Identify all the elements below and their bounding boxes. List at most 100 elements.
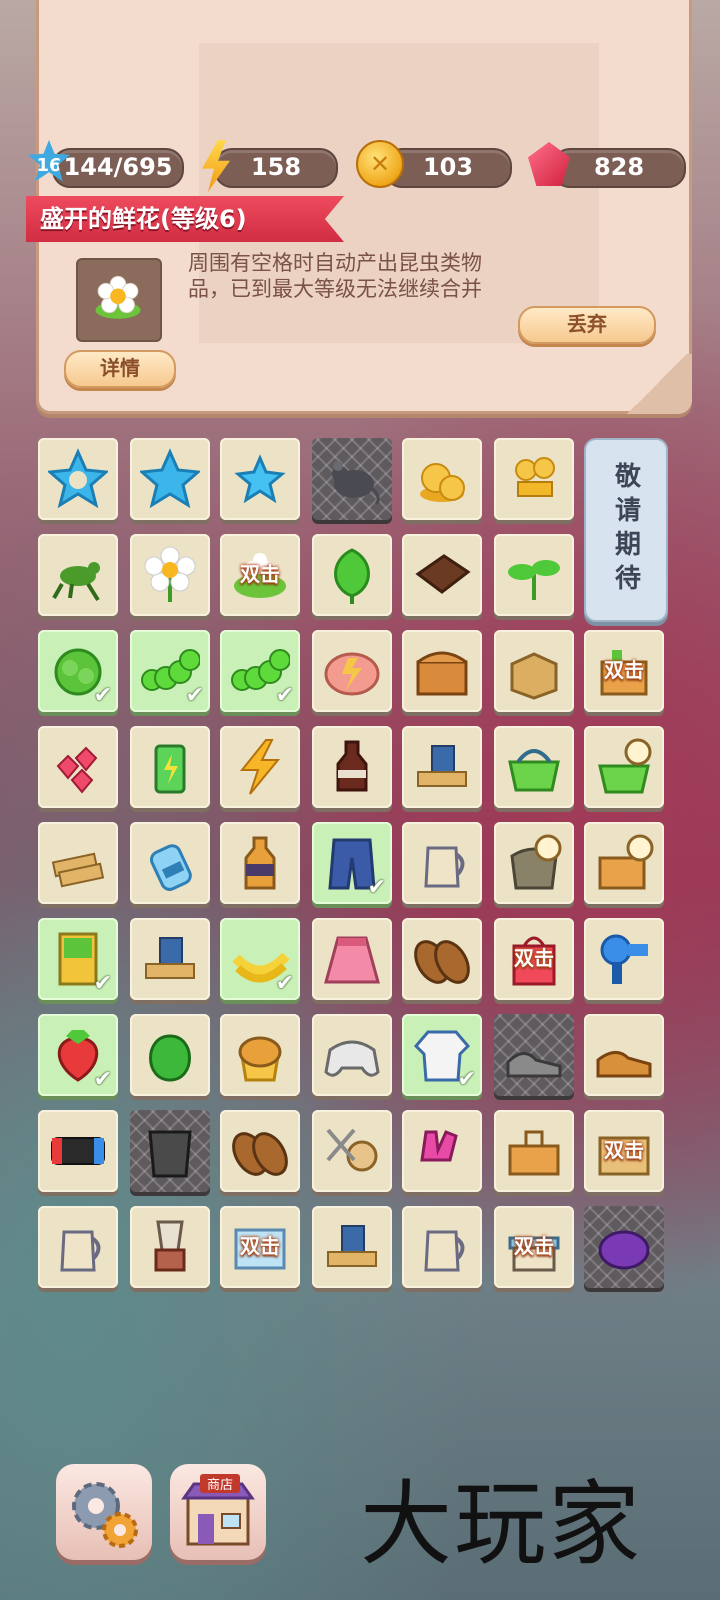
board-tile[interactable] [584, 726, 664, 808]
board-tile[interactable] [584, 1014, 664, 1096]
board-tile[interactable]: 双击 [494, 1206, 574, 1288]
checkmark-icon: ✔ [93, 971, 112, 996]
board-tile[interactable] [38, 534, 118, 616]
board-tile[interactable] [130, 726, 210, 808]
board-tile[interactable] [130, 1206, 210, 1288]
board-tile[interactable] [220, 726, 300, 808]
stationery-icon [417, 745, 467, 787]
sandals-icon [414, 940, 470, 984]
board-tile[interactable] [402, 918, 482, 1000]
board-tile[interactable] [402, 726, 482, 808]
double-tap-label: 双击 [514, 1234, 554, 1258]
board-tile[interactable]: 双击 [220, 534, 300, 616]
board-tile[interactable] [38, 1206, 118, 1288]
board-tile[interactable] [312, 438, 392, 520]
checkmark-icon: ✔ [367, 875, 386, 900]
checkmark-icon: ✔ [93, 683, 112, 708]
board-tile[interactable]: ✔ [220, 918, 300, 1000]
board-tile[interactable] [312, 1014, 392, 1096]
board-tile[interactable] [38, 822, 118, 904]
board-tile[interactable] [402, 822, 482, 904]
energy-counter: 158 [214, 148, 338, 188]
sandals-icon [232, 1132, 288, 1176]
board-tile[interactable]: ✔ [38, 630, 118, 712]
page-curl [622, 354, 692, 414]
board-tile[interactable] [494, 822, 574, 904]
sewing-kit-icon [326, 1128, 378, 1172]
details-button[interactable]: 详情 [64, 350, 176, 388]
supply-box-timer-icon [598, 834, 654, 890]
board-tile[interactable] [402, 1206, 482, 1288]
board-tile[interactable] [130, 534, 210, 616]
board-tile[interactable] [494, 630, 574, 712]
coins-stat[interactable]: 103 ✕ [356, 140, 512, 188]
board-tile[interactable] [220, 1014, 300, 1096]
board-tile[interactable]: ✔ [220, 630, 300, 712]
grasshopper-icon [52, 562, 100, 602]
kettle-icon [424, 846, 465, 888]
board-tile[interactable] [130, 1014, 210, 1096]
coming-soon-tile[interactable]: 敬请期待 [584, 438, 668, 622]
board-tile[interactable]: ✔ [312, 822, 392, 904]
board-tile[interactable] [584, 822, 664, 904]
board-tile[interactable] [494, 726, 574, 808]
board-tile[interactable] [312, 918, 392, 1000]
board-tile[interactable] [584, 918, 664, 1000]
checkmark-icon: ✔ [457, 1067, 476, 1092]
watermark: 大玩家 [360, 1471, 643, 1578]
xp-counter: 144/695 [52, 148, 184, 188]
board-tile[interactable] [130, 438, 210, 520]
board-tile[interactable]: 双击 [494, 918, 574, 1000]
board-tile[interactable] [312, 534, 392, 616]
sneakers-icon [506, 1052, 562, 1078]
board-tile[interactable] [38, 438, 118, 520]
board-tile[interactable] [312, 630, 392, 712]
board-tile[interactable] [130, 918, 210, 1000]
level-number: 16 [36, 154, 62, 176]
board-tile[interactable] [494, 438, 574, 520]
board-tile[interactable] [312, 726, 392, 808]
board-tile[interactable] [38, 1110, 118, 1192]
board-tile[interactable]: 双击 [220, 1206, 300, 1288]
board-tile[interactable] [584, 1206, 664, 1288]
double-tap-label: 双击 [604, 658, 644, 682]
board-tile[interactable]: ✔ [38, 918, 118, 1000]
board-tile[interactable] [130, 1110, 210, 1192]
board-tile[interactable] [312, 1110, 392, 1192]
board-tile[interactable] [130, 822, 210, 904]
board-tile[interactable] [494, 534, 574, 616]
board-tile[interactable] [220, 822, 300, 904]
double-tap-label: 双击 [240, 562, 280, 586]
board-tile[interactable] [312, 1206, 392, 1288]
board-tile[interactable] [402, 1110, 482, 1192]
settings-button[interactable] [56, 1464, 152, 1560]
kettle-icon [60, 1230, 101, 1272]
discard-button[interactable]: 丢弃 [518, 306, 656, 344]
coins-pile-icon [420, 463, 465, 502]
board-tile[interactable] [494, 1014, 574, 1096]
energy-stat[interactable]: 158 [196, 140, 338, 192]
lightning-icon [239, 739, 281, 795]
chocolate-bar-icon [415, 554, 471, 594]
pink-skirt-icon [324, 936, 380, 984]
shop-sign: 商店 [200, 1474, 240, 1493]
board-tile[interactable]: ✔ [130, 630, 210, 712]
board-tile[interactable]: 双击 [584, 1110, 664, 1192]
board-tile[interactable]: ✔ [402, 1014, 482, 1096]
board-tile[interactable]: ✔ [38, 1014, 118, 1096]
board-tile[interactable] [402, 534, 482, 616]
game-console-icon [51, 1137, 105, 1165]
board-tile[interactable]: 双击 [584, 630, 664, 712]
green-basket-icon [508, 749, 560, 792]
board-tile[interactable] [402, 630, 482, 712]
board-tile[interactable] [38, 726, 118, 808]
gems-stat[interactable]: 828 [528, 142, 686, 188]
level-stat[interactable]: 144/695 16 [26, 140, 184, 188]
shop-button[interactable]: 商店 [170, 1464, 266, 1560]
board-tile[interactable] [220, 1110, 300, 1192]
gems-counter: 828 [552, 148, 686, 188]
board-tile[interactable] [220, 438, 300, 520]
coin-icon: ✕ [356, 140, 404, 188]
board-tile[interactable] [494, 1110, 574, 1192]
board-tile[interactable] [402, 438, 482, 520]
